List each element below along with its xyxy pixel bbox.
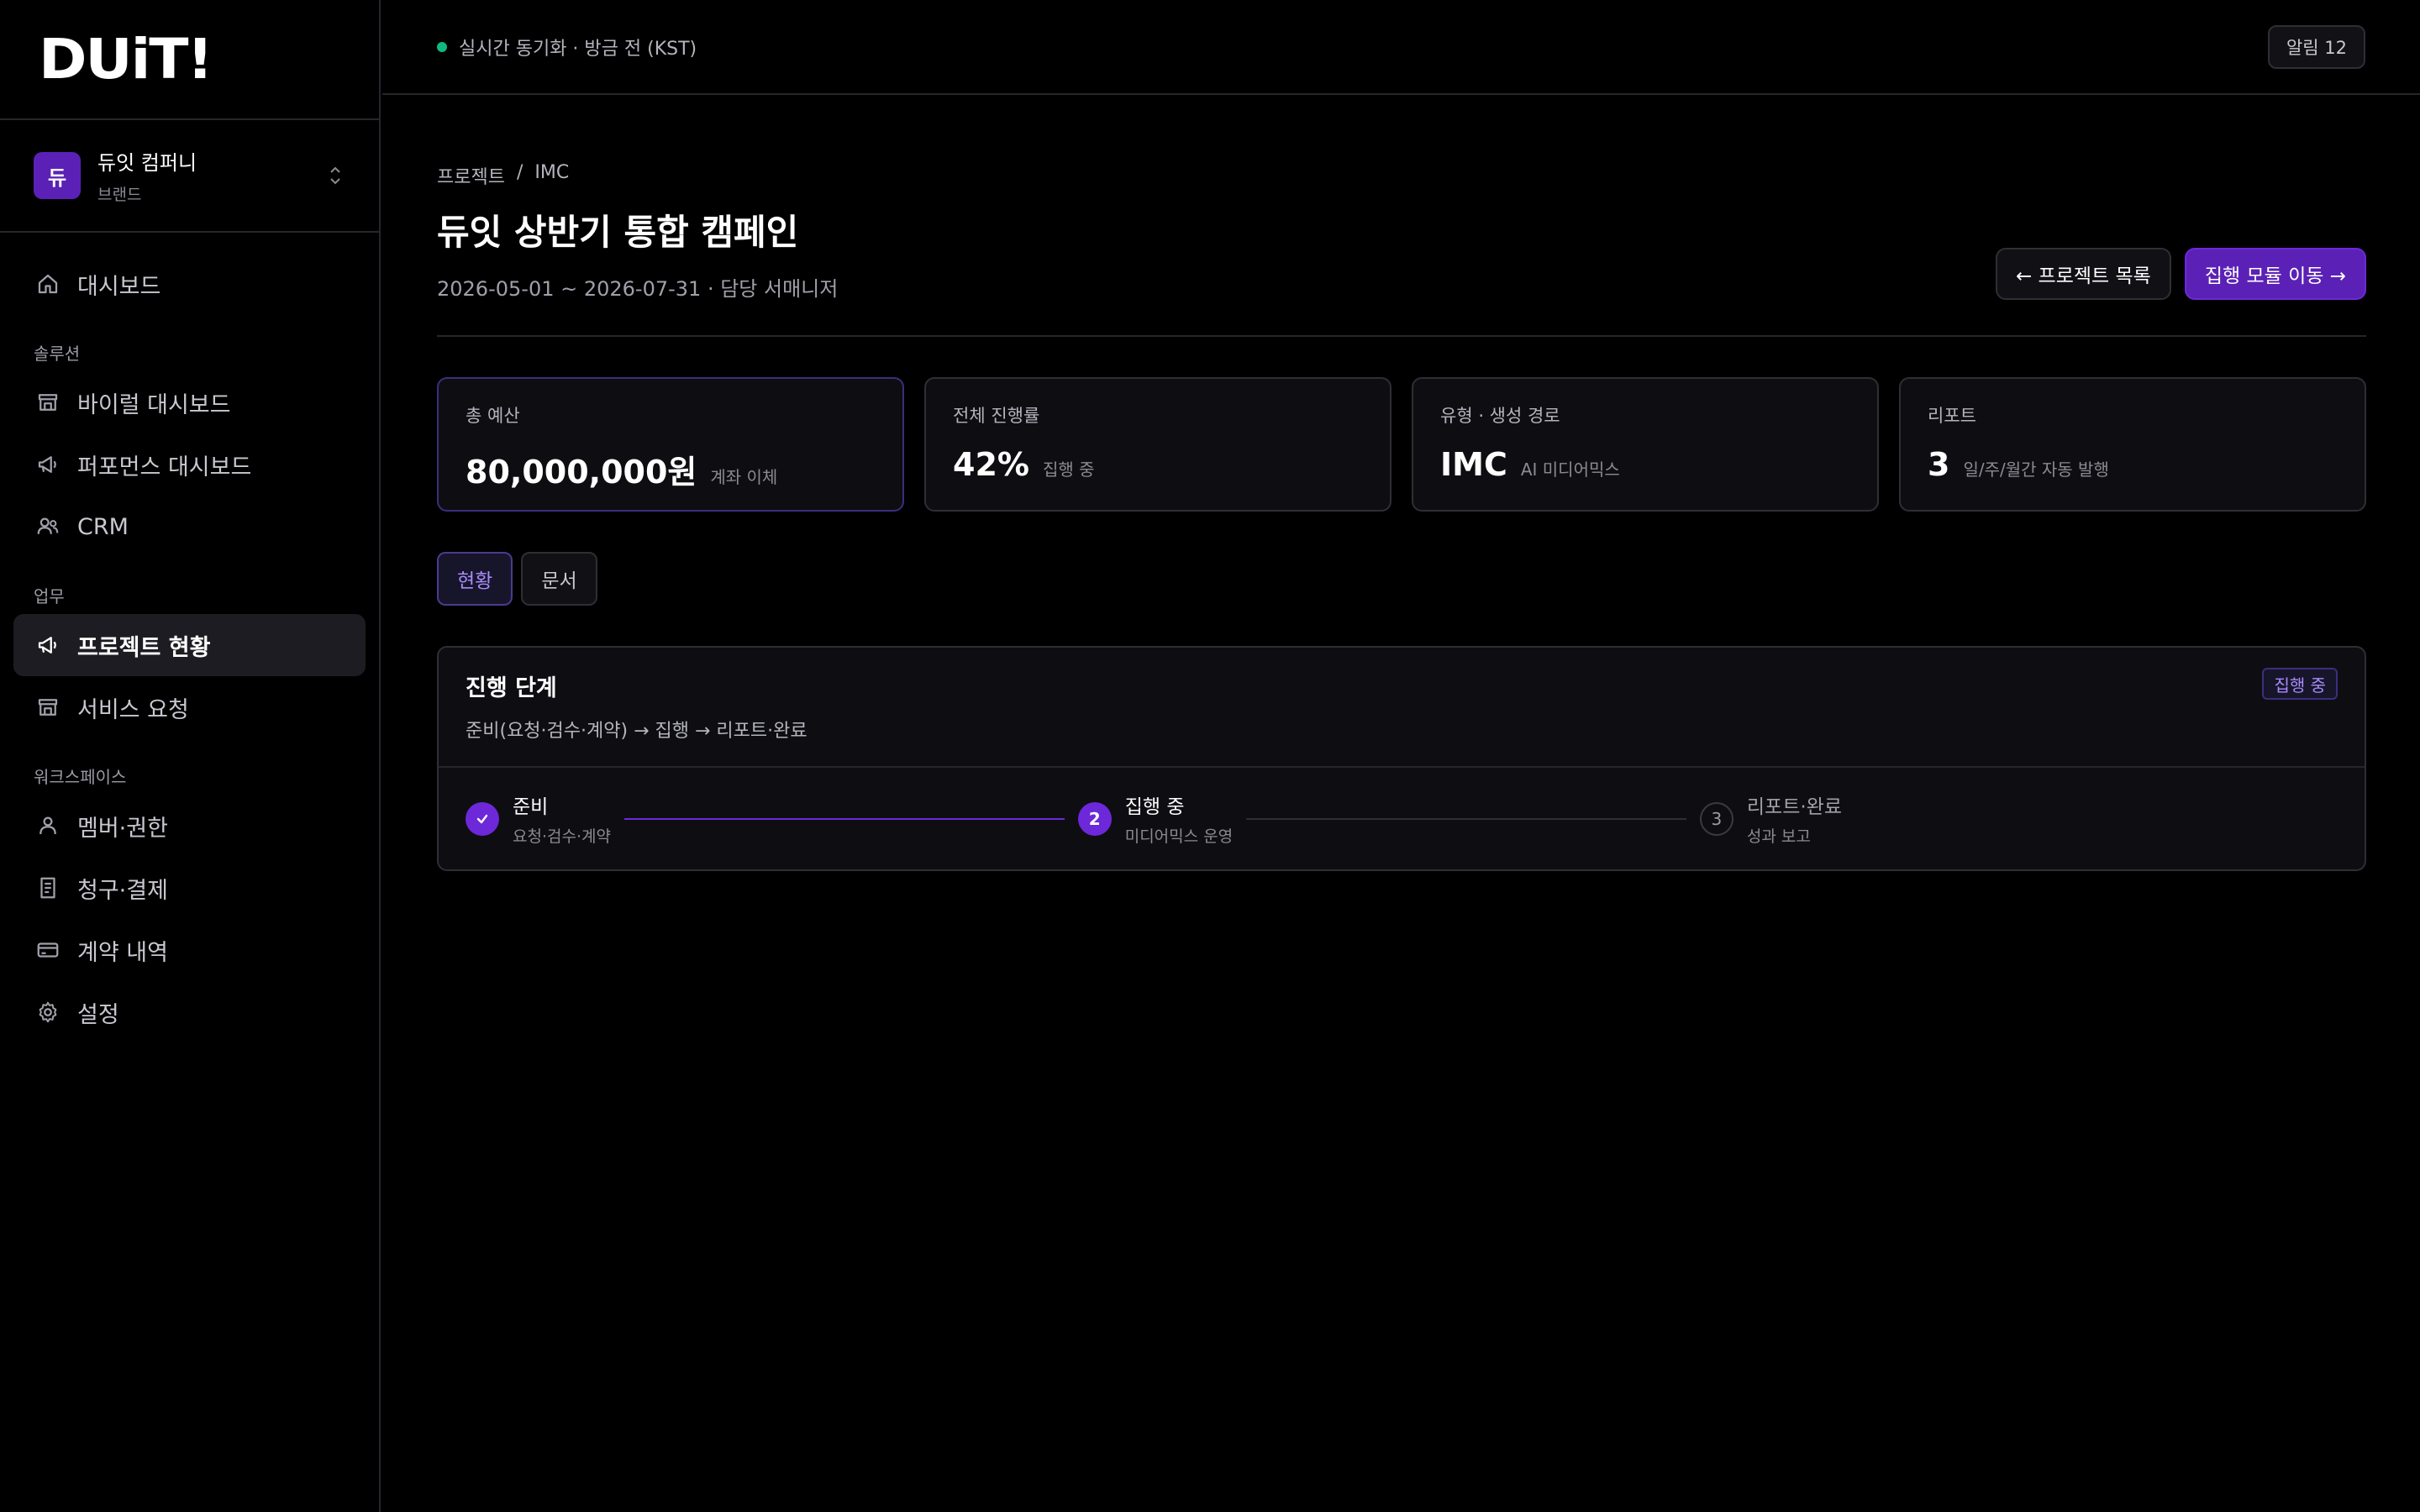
content-tabs: 현황 문서: [437, 552, 2366, 606]
megaphone-icon: [38, 637, 56, 654]
sidebar-item-label: 프로젝트 현황: [77, 634, 211, 661]
sidebar-item-crm[interactable]: CRM: [13, 496, 366, 558]
sidebar-item-label: 청구·결제: [77, 877, 168, 904]
card-value: 42%: [953, 446, 1029, 483]
company-name: 듀잇 컴퍼니: [97, 151, 197, 175]
chevron-up-down-icon: [330, 166, 340, 185]
card-value: IMC: [1440, 446, 1507, 483]
card-note: AI 미디어믹스: [1520, 459, 1620, 480]
breadcrumb-separator: /: [516, 162, 523, 183]
step-desc: 미디어믹스 운영: [1124, 827, 1234, 846]
breadcrumb: 프로젝트 / IMC: [437, 162, 2366, 189]
step-number: 2: [1077, 801, 1112, 836]
store-icon: [38, 699, 58, 716]
step-connector-done: [623, 817, 1065, 820]
sidebar-item-label: 대시보드: [77, 273, 161, 300]
sidebar-item-label: 퍼포먼스 대시보드: [77, 454, 252, 480]
step-executing: 2 집행 중 미디어믹스 운영: [1077, 790, 1234, 847]
card-label: 리포트: [1928, 406, 1976, 426]
sync-status: 실시간 동기화 · 방금 전 (KST): [459, 38, 697, 60]
logo-area: DUiT!: [0, 0, 379, 120]
step-desc: 성과 보고: [1746, 827, 1811, 846]
main-content: 프로젝트 / IMC 듀잇 상반기 통합 캠페인 2026-05-01 ~ 20…: [437, 95, 2366, 871]
progress-steps: 준비 요청·검수·계약 2 집행 중 미디어믹스 운영 3 리포트·완료 성과 …: [439, 768, 2365, 869]
progress-title: 진행 단계: [466, 675, 557, 701]
sidebar-section-work: 업무: [34, 586, 65, 606]
brand-logo[interactable]: DUiT!: [39, 27, 213, 92]
card-total-budget: 총 예산 80,000,000원 계좌 이체: [437, 377, 904, 512]
user-icon: [39, 816, 56, 835]
card-reports: 리포트 3 일/주/월간 자동 발행: [1899, 377, 2366, 512]
card-note: 계좌 이체: [710, 467, 778, 487]
card-label: 유형 · 생성 경로: [1440, 406, 1560, 426]
home-icon: [38, 274, 58, 294]
top-bar: 실시간 동기화 · 방금 전 (KST) 알림 12: [382, 0, 2420, 95]
step-label: 집행 중: [1124, 796, 1185, 818]
step-report-complete: 3 리포트·완료 성과 보고: [1699, 790, 1842, 847]
tab-status[interactable]: 현황: [437, 552, 513, 606]
project-list-button[interactable]: ← 프로젝트 목록: [1995, 248, 2171, 300]
sidebar-nav: 대시보드 솔루션 바이럴 대시보드 퍼포먼스 대시보드 CRM 업무 프로젝트 …: [0, 233, 379, 1043]
execution-module-button[interactable]: 집행 모듈 이동 →: [2184, 248, 2366, 300]
gear-icon: [39, 1001, 57, 1023]
sidebar-item-contracts[interactable]: 계약 내역: [13, 919, 366, 981]
sidebar-item-members[interactable]: 멤버·권한: [13, 795, 366, 857]
sidebar-item-service-request[interactable]: 서비스 요청: [13, 676, 366, 738]
step-label: 리포트·완료: [1746, 796, 1842, 818]
sidebar-item-dashboard[interactable]: 대시보드: [13, 253, 366, 315]
summary-cards: 총 예산 80,000,000원 계좌 이체 전체 진행률 42% 집행 중 유…: [437, 377, 2366, 512]
check-icon: [466, 801, 499, 836]
sidebar-item-label: 계약 내역: [77, 939, 168, 966]
sidebar-item-label: 설정: [77, 1001, 119, 1028]
card-value: 3: [1928, 446, 1950, 483]
card-label: 총 예산: [466, 406, 520, 426]
sidebar: DUiT! 듀 듀잇 컴퍼니 브랜드 대시보드 솔루션 바이럴 대시보드 퍼포먼…: [0, 0, 381, 1512]
megaphone-icon: [38, 456, 56, 473]
card-note: 일/주/월간 자동 발행: [1963, 459, 2109, 480]
live-status-dot: [437, 41, 447, 52]
step-desc: 요청·검수·계약: [513, 827, 611, 846]
progress-panel-header: 진행 단계 준비(요청·검수·계약) → 집행 → 리포트·완료 집행 중: [439, 648, 2365, 768]
card-note: 집행 중: [1042, 459, 1095, 480]
card-overall-progress: 전체 진행률 42% 집행 중: [924, 377, 1392, 512]
sidebar-item-settings[interactable]: 설정: [13, 981, 366, 1043]
sidebar-section-workspace: 워크스페이스: [34, 767, 127, 787]
breadcrumb-current: IMC: [534, 162, 570, 183]
company-type: 브랜드: [97, 186, 142, 204]
store-icon: [38, 394, 58, 411]
step-number: 3: [1699, 801, 1733, 836]
sidebar-item-label: 멤버·권한: [77, 815, 168, 842]
progress-panel: 진행 단계 준비(요청·검수·계약) → 집행 → 리포트·완료 집행 중 준비…: [437, 646, 2366, 871]
card-type-source: 유형 · 생성 경로 IMC AI 미디어믹스: [1412, 377, 1879, 512]
receipt-icon: [40, 877, 55, 899]
tab-documents[interactable]: 문서: [521, 552, 597, 606]
sidebar-item-billing[interactable]: 청구·결제: [13, 857, 366, 919]
step-connector-todo: [1246, 817, 1686, 820]
company-switcher[interactable]: 듀 듀잇 컴퍼니 브랜드: [0, 120, 379, 233]
sidebar-item-label: 서비스 요청: [77, 696, 189, 723]
sidebar-item-project-status[interactable]: 프로젝트 현황: [13, 614, 366, 676]
company-info: 듀잇 컴퍼니 브랜드: [97, 146, 325, 205]
page-title: 듀잇 상반기 통합 캠페인: [437, 212, 799, 253]
users-icon: [37, 517, 59, 534]
progress-subtitle: 준비(요청·검수·계약) → 집행 → 리포트·완료: [466, 721, 808, 742]
credit-card-icon: [37, 942, 59, 958]
breadcrumb-root[interactable]: 프로젝트: [437, 162, 505, 189]
header-actions: ← 프로젝트 목록 집행 모듈 이동 →: [1995, 248, 2366, 300]
card-label: 전체 진행률: [953, 406, 1040, 426]
step-label: 준비: [513, 796, 549, 818]
card-value: 80,000,000원: [466, 454, 697, 491]
sidebar-item-label: 바이럴 대시보드: [77, 391, 231, 418]
step-prepare: 준비 요청·검수·계약: [466, 790, 611, 847]
sidebar-section-solution: 솔루션: [34, 344, 81, 364]
sidebar-item-viral-dashboard[interactable]: 바이럴 대시보드: [13, 371, 366, 433]
alerts-button[interactable]: 알림 12: [2267, 24, 2365, 69]
sidebar-item-performance-dashboard[interactable]: 퍼포먼스 대시보드: [13, 433, 366, 496]
status-badge: 집행 중: [2262, 668, 2338, 700]
sidebar-item-label: CRM: [77, 513, 129, 540]
page-header: 듀잇 상반기 통합 캠페인 2026-05-01 ~ 2026-07-31 · …: [437, 189, 2366, 337]
page-subtitle: 2026-05-01 ~ 2026-07-31 · 담당 서매니저: [437, 277, 839, 301]
app-root: DUiT! 듀 듀잇 컴퍼니 브랜드 대시보드 솔루션 바이럴 대시보드 퍼포먼…: [0, 0, 2420, 1512]
company-avatar: 듀: [34, 152, 81, 199]
